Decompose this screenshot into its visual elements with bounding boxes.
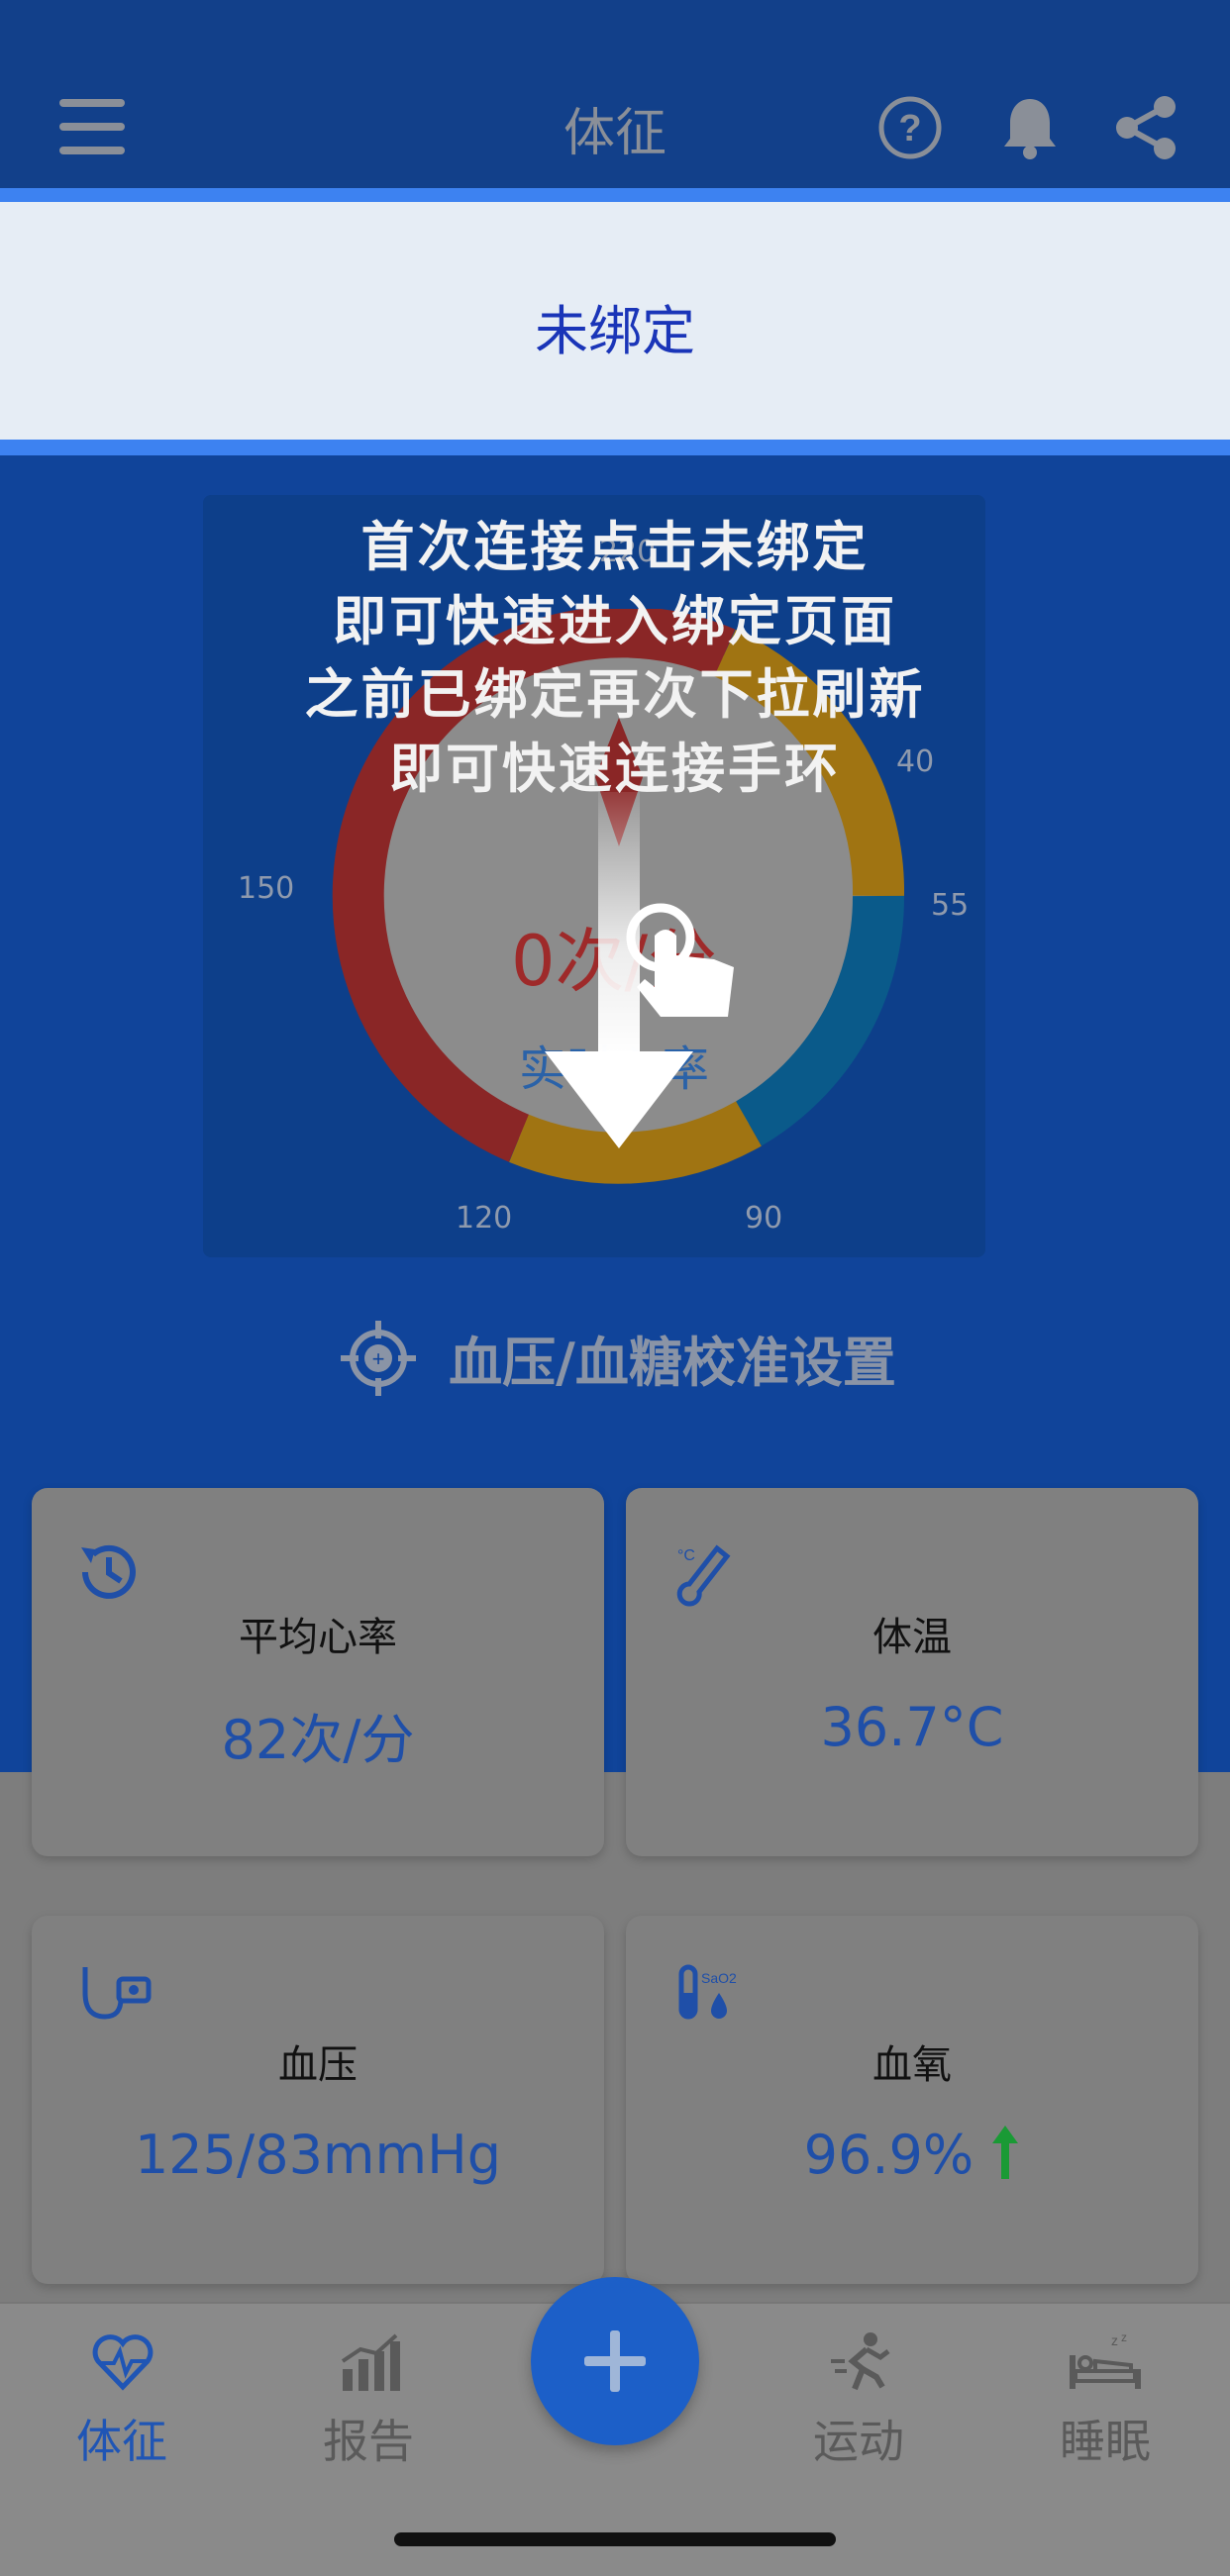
blood-oxygen-card[interactable]: SaO2 血氧 96.9% (626, 1916, 1198, 2284)
svg-text:SaO2: SaO2 (701, 1970, 737, 1986)
blood-oxygen-title: 血氧 (872, 2042, 952, 2088)
gauge-tick-150: 150 (238, 871, 295, 906)
svg-text:z: z (1121, 2331, 1127, 2344)
sleep-icon: z z (1070, 2331, 1141, 2389)
gauge-tick-90: 90 (745, 1201, 783, 1236)
add-button[interactable] (531, 2277, 699, 2445)
home-indicator[interactable] (394, 2532, 836, 2546)
guide-line-1: 首次连接点击未绑定 (360, 516, 870, 578)
banner-top-border (0, 188, 1230, 202)
trend-up-icon (992, 2126, 1019, 2179)
temperature-card[interactable]: °C 体温 36.7°C (626, 1488, 1198, 1856)
guide-line-2: 即可快速进入绑定页面 (333, 590, 897, 652)
nav-label-report: 报告 (323, 2415, 414, 2468)
blood-oxygen-value-row: 96.9% (626, 2124, 1198, 2186)
nav-item-report[interactable]: 报告 (269, 2331, 467, 2470)
temperature-title: 体温 (872, 1615, 952, 1660)
blood-pressure-card[interactable]: 血压 125/83mmHg (32, 1916, 604, 2284)
temperature-value: 36.7°C (820, 1696, 1004, 1758)
runner-icon (831, 2332, 890, 2391)
tap-hand-icon (626, 903, 734, 1017)
avg-heart-rate-card[interactable]: 平均心率 82次/分 (32, 1488, 604, 1856)
heart-pulse-icon (92, 2334, 154, 2391)
svg-text:?: ? (898, 108, 921, 149)
gauge-tick-55: 55 (931, 888, 970, 923)
stethoscope-icon (82, 1967, 152, 2020)
guide-line-3: 之前已绑定再次下拉刷新 (304, 663, 926, 726)
avg-heart-rate-value: 82次/分 (221, 1709, 415, 1771)
svg-text:z: z (1111, 2332, 1118, 2348)
nav-label-vitals: 体征 (76, 2415, 167, 2468)
plus-icon (584, 2330, 646, 2392)
blood-oxygen-value: 96.9% (803, 2124, 974, 2186)
bell-icon[interactable] (1000, 95, 1060, 160)
blood-pressure-value: 125/83mmHg (134, 2124, 502, 2186)
nav-item-vitals[interactable]: 体征 (23, 2331, 221, 2470)
nav-label-sleep: 睡眠 (1060, 2415, 1151, 2468)
share-icon[interactable] (1113, 95, 1179, 160)
thermometer-icon: °C (676, 1544, 731, 1607)
calibration-settings-link[interactable]: 血压/血糖校准设置 (57, 1319, 1230, 1397)
svg-text:°C: °C (677, 1547, 695, 1564)
banner-bottom-border (0, 440, 1230, 455)
nav-item-exercise[interactable]: 运动 (760, 2331, 958, 2470)
help-icon[interactable]: ? (877, 95, 943, 160)
history-icon (81, 1544, 136, 1599)
bar-chart-icon (341, 2333, 400, 2391)
unbound-status-link[interactable]: 未绑定 (0, 287, 1230, 365)
spo2-icon: SaO2 (678, 1964, 737, 2020)
avg-heart-rate-title: 平均心率 (239, 1615, 397, 1660)
nav-item-sleep[interactable]: z z 睡眠 (1006, 2331, 1204, 2470)
blood-pressure-title: 血压 (278, 2042, 358, 2088)
nav-label-exercise: 运动 (813, 2415, 904, 2468)
gauge-tick-120: 120 (456, 1201, 513, 1236)
